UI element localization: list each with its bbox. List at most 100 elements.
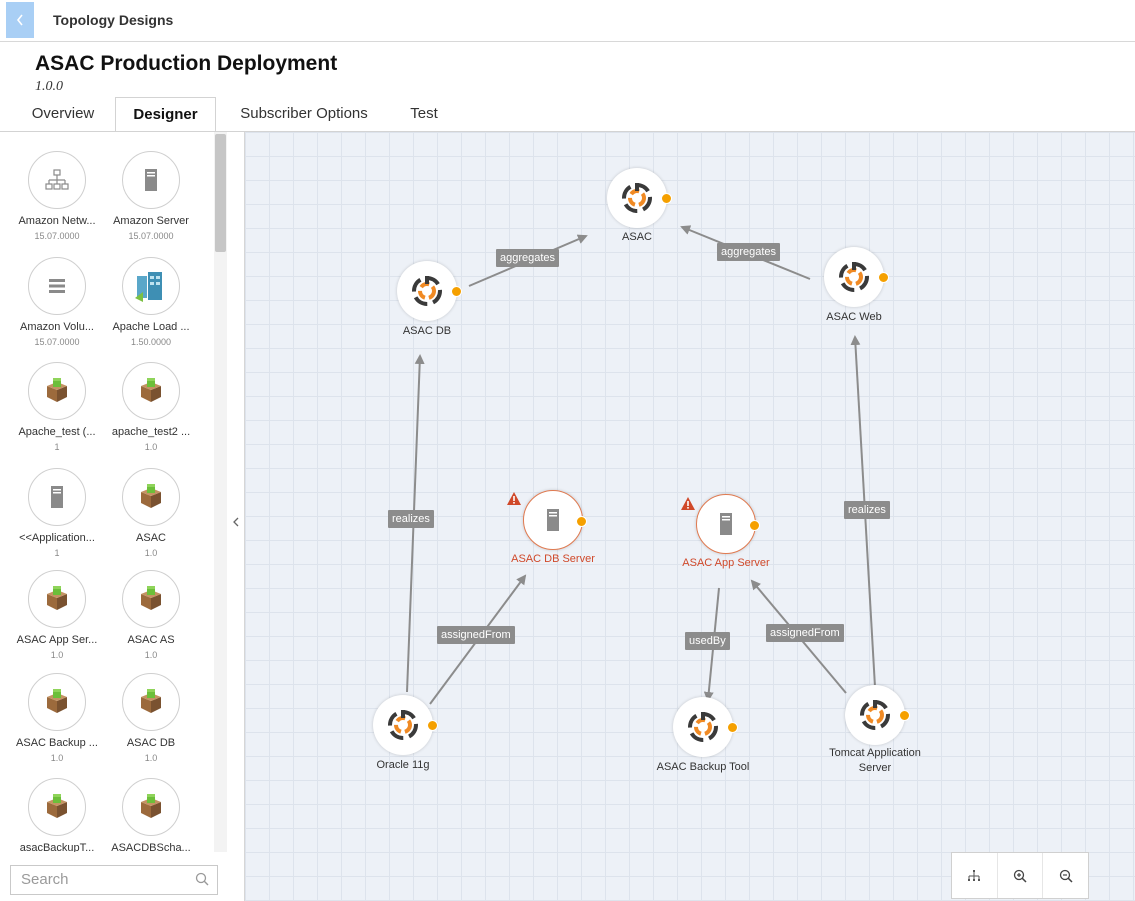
palette-item[interactable]: ASAC DB 1.0 bbox=[103, 673, 199, 763]
tab-subscriber-options[interactable]: Subscriber Options bbox=[228, 97, 380, 131]
package-icon bbox=[141, 689, 161, 713]
package-icon bbox=[47, 586, 67, 610]
edge-label-assignedfrom[interactable]: assignedFrom bbox=[437, 626, 515, 644]
palette-item-icon bbox=[28, 778, 86, 836]
component-icon bbox=[688, 712, 718, 742]
connection-port[interactable] bbox=[878, 272, 889, 283]
palette-item[interactable]: Apache_test (... 1 bbox=[9, 362, 105, 452]
designer-canvas[interactable]: aggregates aggregates realizes realizes … bbox=[245, 132, 1135, 901]
tab-overview[interactable]: Overview bbox=[18, 97, 108, 131]
palette-item[interactable]: asacBackupT... bbox=[9, 778, 105, 852]
palette-item-version: 1.0 bbox=[50, 650, 64, 660]
server-icon bbox=[51, 486, 63, 508]
palette-item-name: asacBackupT... bbox=[19, 842, 95, 852]
node-asac-db[interactable] bbox=[397, 261, 462, 321]
palette-item-name: ASAC App Ser... bbox=[16, 634, 98, 646]
search-input[interactable] bbox=[11, 866, 191, 892]
palette-item-name: Apache_test (... bbox=[18, 426, 96, 438]
palette-list[interactable]: Amazon Netw... 15.07.0000 Amazon Server … bbox=[0, 132, 214, 852]
node-asac-app-server[interactable] bbox=[696, 494, 760, 554]
edge-label-aggregates[interactable]: aggregates bbox=[717, 243, 781, 261]
node-label: ASAC DB bbox=[402, 325, 452, 337]
tab-test[interactable]: Test bbox=[398, 97, 450, 131]
edge-label-aggregates[interactable]: aggregates bbox=[496, 249, 560, 267]
component-icon bbox=[622, 183, 652, 213]
palette-search[interactable] bbox=[10, 865, 218, 895]
palette-item[interactable]: ASAC 1.0 bbox=[103, 468, 199, 558]
palette-item[interactable]: Apache Load ... 1.50.0000 bbox=[103, 257, 199, 347]
node-asac[interactable] bbox=[607, 168, 672, 228]
node-label: ASAC DB Server bbox=[511, 553, 595, 565]
palette-item-icon bbox=[122, 778, 180, 836]
package-icon bbox=[141, 794, 161, 818]
hierarchy-icon bbox=[968, 869, 981, 881]
connection-port[interactable] bbox=[727, 722, 738, 733]
palette-item[interactable]: Amazon Netw... 15.07.0000 bbox=[9, 151, 105, 241]
node-asac-backup-tool[interactable] bbox=[673, 697, 738, 757]
package-icon bbox=[47, 689, 67, 713]
palette-item-name: Amazon Netw... bbox=[18, 215, 96, 227]
palette-item[interactable]: ASAC App Ser... 1.0 bbox=[9, 570, 105, 660]
palette-item-version: 1 bbox=[54, 442, 60, 452]
node-tomcat[interactable] bbox=[845, 685, 910, 745]
palette-item-icon bbox=[122, 151, 180, 209]
version-label: 1.0.0 bbox=[35, 79, 63, 94]
connection-port[interactable] bbox=[451, 286, 462, 297]
connection-port[interactable] bbox=[749, 520, 760, 531]
palette-item-name: ASAC Backup ... bbox=[16, 737, 98, 749]
edge-label-realizes[interactable]: realizes bbox=[388, 510, 434, 528]
palette-item[interactable]: Amazon Volu... 15.07.0000 bbox=[9, 257, 105, 347]
edge-label-assignedfrom[interactable]: assignedFrom bbox=[766, 624, 844, 642]
palette-item-icon bbox=[122, 257, 180, 315]
auto-layout-button[interactable] bbox=[952, 853, 998, 898]
component-icon bbox=[860, 700, 890, 730]
network-icon bbox=[45, 169, 69, 190]
palette-item-icon bbox=[28, 570, 86, 628]
node-label: Oracle 11g bbox=[376, 759, 430, 771]
package-icon bbox=[141, 484, 161, 508]
palette-item-version: 1.0 bbox=[144, 548, 158, 558]
palette-item-name: Amazon Volu... bbox=[20, 321, 94, 333]
palette-item-version: 15.07.0000 bbox=[128, 231, 174, 241]
connection-port[interactable] bbox=[661, 193, 672, 204]
breadcrumb[interactable]: Topology Designs bbox=[53, 12, 173, 28]
zoom-in-icon bbox=[1013, 869, 1027, 883]
palette-item-icon bbox=[122, 673, 180, 731]
palette-item[interactable]: <<Application... 1 bbox=[9, 468, 105, 558]
palette-item-name: <<Application... bbox=[19, 532, 95, 544]
palette-item[interactable]: ASACDBScha... bbox=[103, 778, 199, 852]
palette-item-version: 15.07.0000 bbox=[34, 337, 80, 347]
palette-item[interactable]: Amazon Server 15.07.0000 bbox=[103, 151, 199, 241]
warning-icon[interactable] bbox=[506, 491, 522, 506]
palette-scrollbar-thumb[interactable] bbox=[215, 134, 226, 252]
edge-label-usedby[interactable]: usedBy bbox=[685, 632, 730, 650]
node-oracle[interactable] bbox=[373, 695, 438, 755]
zoom-out-button[interactable] bbox=[1043, 853, 1088, 898]
warning-icon[interactable] bbox=[680, 496, 696, 511]
palette-item-icon bbox=[122, 570, 180, 628]
palette-item[interactable]: ASAC Backup ... 1.0 bbox=[9, 673, 105, 763]
connection-port[interactable] bbox=[576, 516, 587, 527]
tab-designer[interactable]: Designer bbox=[115, 97, 216, 132]
palette-item[interactable]: ASAC AS 1.0 bbox=[103, 570, 199, 660]
palette-item-name: apache_test2 ... bbox=[111, 426, 191, 438]
edges-layer bbox=[406, 225, 876, 705]
connection-port[interactable] bbox=[899, 710, 910, 721]
search-icon[interactable] bbox=[195, 872, 209, 886]
node-asac-web[interactable] bbox=[824, 247, 889, 307]
palette-item[interactable]: apache_test2 ... 1.0 bbox=[103, 362, 199, 452]
palette-item-icon bbox=[28, 673, 86, 731]
edge-label-realizes[interactable]: realizes bbox=[844, 501, 890, 519]
palette-item-version: 1.0 bbox=[50, 753, 64, 763]
palette-item-name: ASACDBScha... bbox=[111, 842, 191, 852]
server-icon bbox=[720, 513, 732, 535]
zoom-in-button[interactable] bbox=[998, 853, 1044, 898]
canvas-toolbar bbox=[951, 852, 1089, 899]
collapse-sidebar-button[interactable] bbox=[229, 515, 243, 535]
palette-item-version: 1.50.0000 bbox=[130, 337, 172, 347]
server-icon bbox=[547, 509, 559, 531]
node-asac-db-server[interactable] bbox=[523, 490, 587, 550]
back-button[interactable] bbox=[6, 2, 34, 38]
palette-item-version: 15.07.0000 bbox=[34, 231, 80, 241]
connection-port[interactable] bbox=[427, 720, 438, 731]
